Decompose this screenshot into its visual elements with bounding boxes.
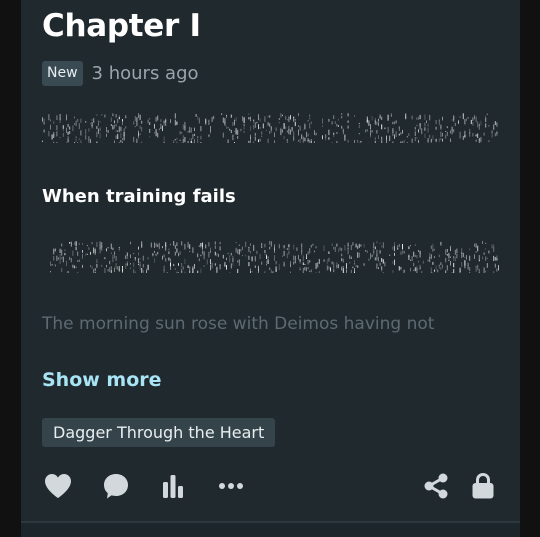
stats-button[interactable] (155, 468, 191, 504)
share-button[interactable] (418, 468, 454, 504)
timestamp: 3 hours ago (91, 63, 199, 84)
heart-icon (45, 474, 71, 498)
like-button[interactable] (40, 468, 76, 504)
lock-icon (472, 472, 494, 499)
ellipsis-icon (219, 483, 243, 489)
comment-button[interactable] (98, 468, 134, 504)
show-more-link[interactable]: Show more (42, 369, 162, 391)
more-button[interactable] (213, 468, 249, 504)
lock-button[interactable] (465, 468, 501, 504)
new-badge: New (42, 61, 83, 86)
action-bar (21, 468, 520, 504)
bar-chart-icon (163, 475, 183, 498)
share-icon (424, 473, 448, 499)
chapter-excerpt: The morning sun rose with Deimos having … (42, 314, 435, 334)
right-margin (520, 0, 540, 537)
left-margin (0, 0, 21, 537)
obscured-text-line-2 (42, 241, 499, 273)
next-card-edge (21, 523, 520, 537)
chapter-title: Chapter I (42, 8, 201, 44)
chapter-card: Chapter I New 3 hours ago When training … (21, 0, 520, 521)
chapter-heading: When training fails (42, 186, 236, 207)
obscured-text-noise (42, 113, 498, 143)
comment-icon (104, 474, 128, 499)
chapter-meta: New 3 hours ago (42, 61, 199, 86)
story-tag[interactable]: Dagger Through the Heart (42, 418, 276, 447)
obscured-text-line-1 (42, 113, 499, 143)
obscured-text-noise (50, 241, 499, 273)
